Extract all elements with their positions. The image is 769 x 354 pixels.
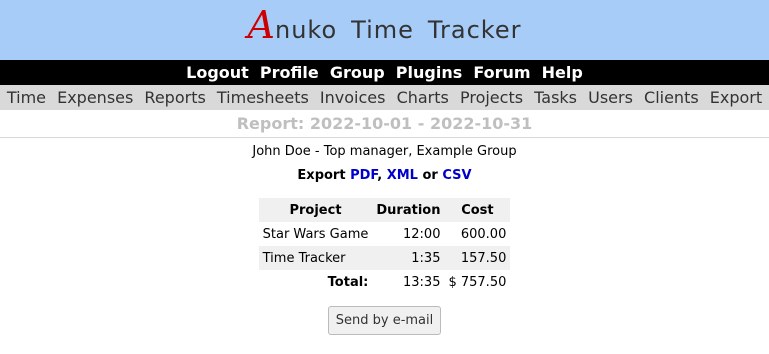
export-csv-link[interactable]: CSV	[442, 168, 471, 183]
table-total-row: Total: 13:35 $ 757.50	[259, 270, 511, 294]
nav-clients[interactable]: Clients	[644, 88, 699, 107]
nav-plugins[interactable]: Plugins	[396, 63, 462, 82]
logo-word-time: Time	[351, 16, 414, 44]
nav-forum[interactable]: Forum	[473, 63, 530, 82]
logo-letter-a: A	[247, 3, 275, 47]
nav-projects[interactable]: Projects	[460, 88, 523, 107]
nav-help[interactable]: Help	[542, 63, 583, 82]
export-comma: ,	[377, 168, 383, 183]
table-header-row: Project Duration Cost	[258, 198, 511, 222]
nav-profile[interactable]: Profile	[260, 63, 319, 82]
export-label: Export	[297, 168, 346, 183]
cell-cost: 157.50	[444, 246, 511, 270]
nav-invoices[interactable]: Invoices	[320, 88, 386, 107]
top-navigation: Logout Profile Group Plugins Forum Help	[0, 60, 769, 85]
header-duration: Duration	[372, 198, 445, 222]
logo-word-tracker: Tracker	[427, 16, 522, 44]
send-by-email-button[interactable]: Send by e-mail	[327, 306, 442, 335]
button-area: Send by e-mail	[0, 306, 769, 335]
main-navigation: Time Expenses Reports Timesheets Invoice…	[0, 85, 769, 110]
logo-word-anuko: nuko	[274, 16, 338, 44]
header-project: Project	[258, 198, 373, 222]
report-table: Project Duration Cost Star Wars Game 12:…	[258, 198, 511, 294]
export-pdf-link[interactable]: PDF	[350, 168, 377, 183]
total-label: Total:	[327, 274, 369, 290]
header-cost: Cost	[444, 198, 511, 222]
export-xml-link[interactable]: XML	[387, 168, 418, 183]
total-cost: $ 757.50	[448, 274, 507, 290]
cell-duration: 1:35	[372, 246, 445, 270]
nav-expenses[interactable]: Expenses	[57, 88, 133, 107]
nav-logout[interactable]: Logout	[186, 63, 249, 82]
nav-export[interactable]: Export	[710, 88, 762, 107]
cell-cost: 600.00	[460, 226, 507, 242]
user-info: John Doe - Top manager, Example Group	[252, 144, 517, 159]
nav-tasks[interactable]: Tasks	[534, 88, 577, 107]
nav-reports[interactable]: Reports	[144, 88, 205, 107]
app-logo[interactable]: Anuko Time Tracker	[0, 6, 769, 44]
nav-users[interactable]: Users	[588, 88, 633, 107]
cell-duration: 12:00	[403, 226, 441, 242]
nav-charts[interactable]: Charts	[397, 88, 449, 107]
page-title: Report: 2022-10-01 - 2022-10-31	[0, 110, 769, 138]
export-or: or	[422, 168, 438, 183]
table-row: Time Tracker 1:35 157.50	[258, 246, 511, 270]
nav-group[interactable]: Group	[330, 63, 385, 82]
cell-project: Star Wars Game	[262, 226, 369, 242]
cell-project: Time Tracker	[258, 246, 373, 270]
nav-timesheets[interactable]: Timesheets	[217, 88, 309, 107]
export-links: Export PDF, XML or CSV	[0, 168, 769, 183]
nav-time[interactable]: Time	[7, 88, 46, 107]
header-banner: Anuko Time Tracker	[0, 0, 769, 60]
table-row: Star Wars Game 12:00 600.00	[259, 222, 511, 246]
total-duration: 13:35	[403, 274, 441, 290]
